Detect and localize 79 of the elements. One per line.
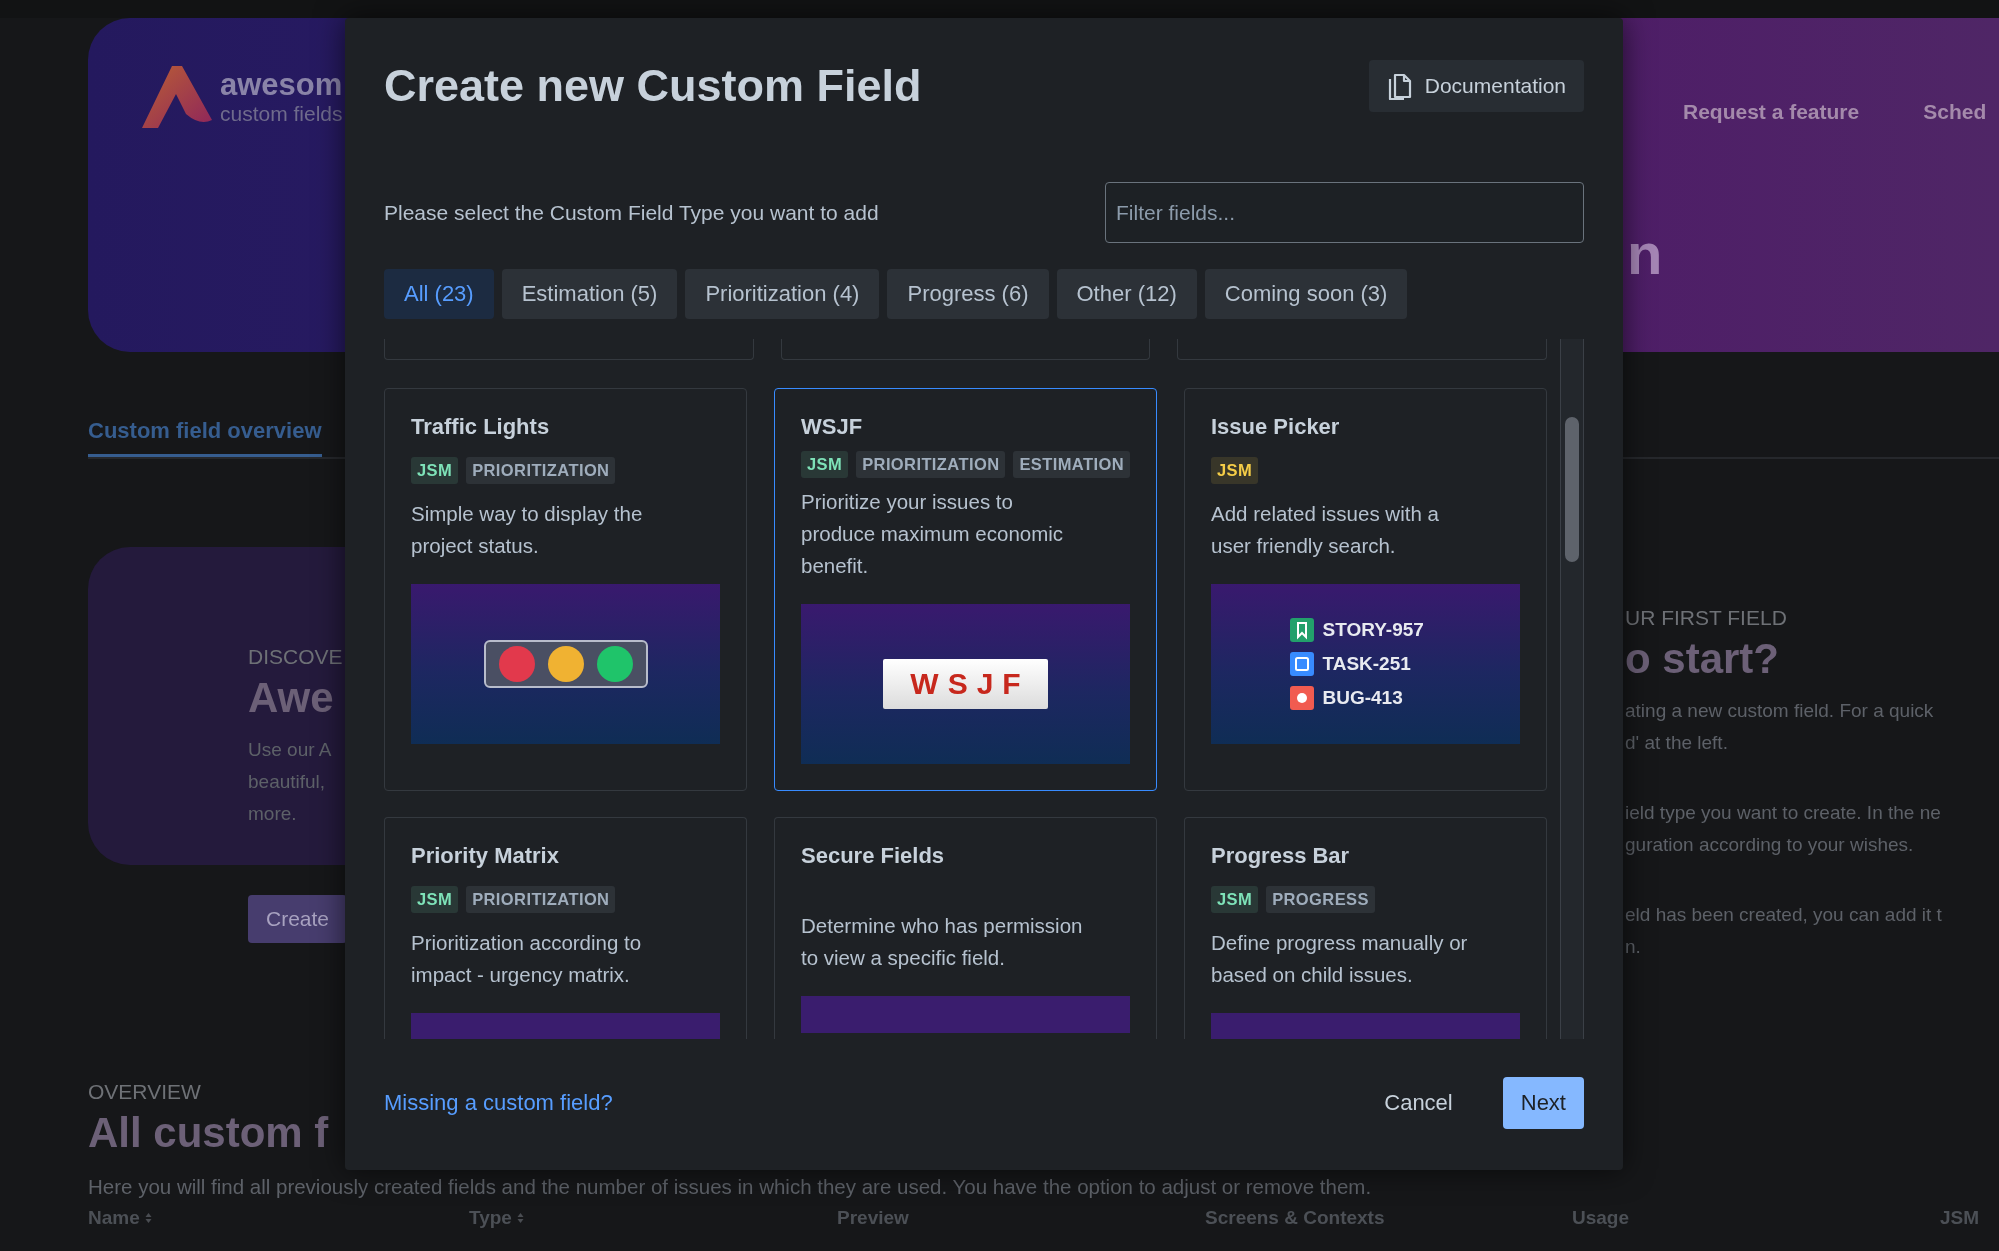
- category-tag: JSM: [1211, 457, 1259, 484]
- field-type-card[interactable]: [384, 339, 754, 360]
- section-eyebrow: OVERVIEW: [88, 1079, 201, 1105]
- filter-tab[interactable]: Estimation (5): [501, 269, 678, 319]
- category-tag: PRIORITIZATION: [856, 451, 1006, 478]
- dialog-prompt: Please select the Custom Field Type you want to add: [384, 200, 879, 225]
- field-type-card[interactable]: [780, 339, 1151, 360]
- nav-link[interactable]: Request a feature: [1683, 100, 1860, 124]
- card-description: Define progress manually or based on child issues.: [1211, 930, 1469, 988]
- filter-tab[interactable]: Prioritization (4): [685, 269, 880, 319]
- card-description: Prioritize your issues to produce maximum economic benefit.: [801, 489, 1065, 579]
- dialog-title: Create new Custom Field: [384, 60, 922, 112]
- field-type-card[interactable]: Traffic Lights JSM PRIORITIZATION Simple way to display the project status.: [384, 388, 747, 791]
- card-description: Add related issues with a user friendly search.: [1211, 501, 1440, 559]
- traffic-light-icon: [483, 640, 648, 688]
- sort-icon[interactable]: [144, 1212, 152, 1224]
- instruction-text: guration according to your wishes.: [1625, 833, 1914, 857]
- card-title: Secure Fields: [801, 842, 946, 870]
- instruction-text: eld has been created, you can add it t: [1625, 903, 1942, 927]
- category-tag: PRIORITIZATION: [466, 457, 616, 484]
- card-description: Simple way to display the project status.: [411, 501, 644, 559]
- card-title: WSJF: [801, 413, 864, 441]
- field-type-card[interactable]: Secure Fields Determine who has permission to view a specific field.: [774, 817, 1157, 1039]
- intro-text: beautiful,: [248, 770, 326, 794]
- overview-description: Here you will find all previously created fields and the number of issues in which they are used. You have the option to adjust or remove them.: [88, 1175, 1372, 1199]
- section-eyebrow: UR FIRST FIELD: [1625, 605, 1787, 631]
- filter-tab[interactable]: Coming soon (3): [1204, 269, 1408, 319]
- filter-tab[interactable]: Progress (6): [887, 269, 1049, 319]
- field-type-card[interactable]: Progress Bar JSM PROGRESS Define progress manually or based on child issues.: [1184, 817, 1547, 1039]
- issue-key: STORY-957: [1322, 619, 1424, 641]
- instruction-text: ield type you want to create. In the ne: [1625, 801, 1941, 825]
- section-title: All custom f: [88, 1108, 329, 1158]
- document-icon: [1386, 72, 1413, 100]
- logo-tagline: custom fields: [220, 102, 343, 126]
- issue-key: TASK-251: [1322, 653, 1411, 675]
- card-title: Progress Bar: [1211, 842, 1351, 870]
- card-title: Priority Matrix: [411, 842, 560, 870]
- category-tag: JSM: [411, 886, 459, 913]
- wsjf-logo: WSJF: [883, 659, 1048, 709]
- section-title: Awe: [248, 673, 334, 723]
- category-tag: ESTIMATION: [1013, 451, 1130, 478]
- scrollbar-thumb[interactable]: [1565, 417, 1579, 562]
- section-eyebrow: DISCOVE: [248, 644, 343, 670]
- card-title: Traffic Lights: [411, 413, 551, 441]
- instruction-text: n.: [1625, 935, 1641, 959]
- category-tag: JSM: [411, 457, 459, 484]
- field-type-card[interactable]: Issue Picker JSM Add related issues with a user friendly search. STORY-957 TASK-251 BUG-413: [1184, 388, 1547, 791]
- story-icon: [1290, 618, 1315, 642]
- filter-field[interactable]: Filter fields...: [1105, 182, 1584, 243]
- intro-text: more.: [248, 802, 297, 826]
- create-button[interactable]: Create: [248, 895, 348, 943]
- instruction-text: ating a new custom field. For a quick: [1625, 699, 1934, 723]
- field-type-card[interactable]: [1177, 339, 1547, 360]
- scrollbar[interactable]: [1560, 339, 1584, 1039]
- field-type-card[interactable]: Priority Matrix JSM PRIORITIZATION Prioritization according to impact - urgency matrix.: [384, 817, 747, 1039]
- bug-icon: [1290, 686, 1315, 710]
- category-tag: JSM: [801, 451, 849, 478]
- hero-title: n: [1627, 222, 1663, 286]
- card-description: Prioritization according to impact - urgency matrix.: [411, 930, 643, 988]
- intro-text: Use our A: [248, 738, 332, 762]
- filter-tab[interactable]: All (23): [384, 269, 494, 319]
- card-description: Determine who has permission to view a specific field.: [801, 913, 1084, 971]
- logo-name: awesom: [220, 68, 343, 102]
- section-title: o start?: [1625, 634, 1779, 684]
- category-tag: JSM: [1211, 886, 1259, 913]
- missing-field-link[interactable]: Missing a custom field?: [384, 1090, 613, 1116]
- nav-link[interactable]: Sched: [1923, 100, 1987, 124]
- card-title: Issue Picker: [1211, 413, 1341, 441]
- field-type-card[interactable]: WSJF JSM PRIORITIZATION ESTIMATION Prioritize your issues to produce maximum economic benefit. WSJF: [774, 388, 1157, 791]
- instruction-text: d' at the left.: [1625, 731, 1728, 755]
- next-button[interactable]: Next: [1502, 1077, 1584, 1129]
- sort-icon[interactable]: [516, 1212, 524, 1224]
- cancel-button[interactable]: Cancel: [1366, 1077, 1471, 1129]
- issue-key: BUG-413: [1322, 687, 1403, 709]
- category-tag: PRIORITIZATION: [466, 886, 616, 913]
- filter-tab[interactable]: Other (12): [1056, 269, 1197, 319]
- task-icon: [1290, 652, 1315, 676]
- documentation-button[interactable]: Documentation: [1368, 60, 1584, 112]
- category-tag: PROGRESS: [1266, 886, 1375, 913]
